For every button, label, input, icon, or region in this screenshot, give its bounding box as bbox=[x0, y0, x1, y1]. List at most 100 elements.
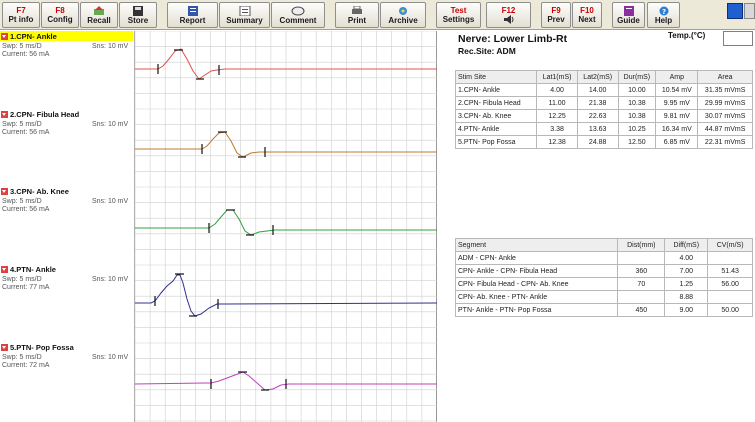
table-cell: 9.00 bbox=[664, 303, 709, 317]
dropdown-arrow-icon[interactable] bbox=[1, 343, 8, 351]
store-button[interactable]: Store bbox=[119, 2, 157, 28]
print-button[interactable]: Print bbox=[335, 2, 379, 28]
comment-button[interactable]: Comment bbox=[271, 2, 325, 28]
column-header: Diff(mS) bbox=[664, 238, 709, 252]
trace-sens-3: Sns: 10 mV bbox=[92, 198, 129, 205]
table-cell: 24.88 bbox=[576, 135, 619, 149]
table-cell: 16.34 mV bbox=[655, 122, 699, 136]
toolbar: F7 Pt info F8 Config Recall Store Report… bbox=[0, 0, 755, 30]
segment-table-header: Segment Dist(mm) Diff(mS) CV(m/S) bbox=[454, 238, 753, 252]
table-cell: 12.38 bbox=[536, 135, 578, 149]
waveform-grid[interactable] bbox=[134, 30, 438, 422]
column-header: Amp bbox=[655, 70, 699, 84]
recall-icon bbox=[94, 5, 104, 15]
table-row[interactable]: 1.CPN- Ankle 4.00 14.00 10.00 10.54 mV 31.35 … bbox=[454, 83, 753, 97]
column-header: Lat2(mS) bbox=[576, 70, 619, 84]
table-cell: 450 bbox=[617, 303, 666, 317]
grid-lines bbox=[134, 30, 438, 422]
table-cell: CPN- Ankle - CPN- Fibula Head bbox=[454, 264, 619, 278]
table-row[interactable]: 3.CPN- Ab. Knee 12.25 22.63 10.38 9.81 mV 30.… bbox=[454, 109, 753, 123]
table-cell: 2.CPN- Fibula Head bbox=[454, 96, 538, 110]
column-header: Dist(mm) bbox=[617, 238, 666, 252]
trace-sweep-3: Swp: 5 ms/D bbox=[2, 198, 42, 205]
minimize-button[interactable] bbox=[727, 3, 743, 19]
rec-site: Rec.Site: ADM bbox=[458, 46, 516, 56]
dropdown-arrow-icon[interactable] bbox=[1, 265, 8, 273]
trace-label-5[interactable]: 5.PTN- Pop Fossa Swp: 5 ms/D Sns: 10 mV … bbox=[0, 342, 135, 376]
table-cell: 11.00 bbox=[536, 96, 578, 110]
config-label: Config bbox=[47, 15, 73, 24]
table-cell: 12.50 bbox=[617, 135, 657, 149]
next-key: F10 bbox=[580, 6, 594, 15]
segment-table: Segment Dist(mm) Diff(mS) CV(m/S) ADM - … bbox=[454, 238, 753, 317]
table-cell: 14.00 bbox=[576, 83, 619, 97]
table-cell bbox=[617, 251, 666, 265]
stim-table-header: Stim Site Lat1(mS) Lat2(mS) Dur(mS) Amp … bbox=[454, 70, 753, 84]
recall-button[interactable]: Recall bbox=[80, 2, 118, 28]
summary-button[interactable]: Summary bbox=[219, 2, 270, 28]
trace-label-1[interactable]: 1.CPN- Ankle Swp: 5 ms/D Sns: 10 mV Curr… bbox=[0, 31, 135, 65]
table-row[interactable]: CPN- Ab. Knee - PTN- Ankle 8.88 bbox=[454, 290, 753, 304]
table-row[interactable]: 4.PTN- Ankle 3.38 13.63 10.25 16.34 mV 44.87 … bbox=[454, 122, 753, 136]
table-cell: 1.25 bbox=[664, 277, 709, 291]
stim-site-table: Stim Site Lat1(mS) Lat2(mS) Dur(mS) Amp … bbox=[454, 70, 753, 149]
table-row[interactable]: ADM - CPN- Ankle 4.00 bbox=[454, 251, 753, 265]
waveform-canvas[interactable] bbox=[134, 30, 438, 422]
column-header: Area bbox=[697, 70, 753, 84]
floppy-disk-icon bbox=[133, 5, 143, 16]
table-cell: 4.00 bbox=[536, 83, 578, 97]
trace-current-3: Current: 56 mA bbox=[2, 206, 50, 213]
prev-button[interactable]: F9 Prev bbox=[541, 2, 571, 28]
comment-icon bbox=[291, 6, 305, 15]
table-row[interactable]: 2.CPN- Fibula Head 11.00 21.38 10.38 9.95 mV… bbox=[454, 96, 753, 110]
table-row[interactable]: 5.PTN- Pop Fossa 12.38 24.88 12.50 6.85 mV 22… bbox=[454, 135, 753, 149]
guide-button[interactable]: Guide bbox=[612, 2, 645, 28]
emg-app-window: F7 Pt info F8 Config Recall Store Report… bbox=[0, 0, 755, 422]
printer-icon bbox=[352, 5, 362, 14]
comment-label: Comment bbox=[279, 15, 317, 25]
trace-sweep-1: Swp: 5 ms/D bbox=[2, 43, 42, 50]
sound-button[interactable]: F12 bbox=[486, 2, 531, 28]
table-cell: 21.38 bbox=[576, 96, 619, 110]
archive-button[interactable]: Archive bbox=[380, 2, 426, 28]
table-cell: 50.00 bbox=[707, 303, 753, 317]
test-settings-button[interactable]: Test Settings bbox=[436, 2, 481, 28]
table-cell: 22.63 bbox=[576, 109, 619, 123]
prev-label: Prev bbox=[547, 15, 565, 24]
report-button[interactable]: Report bbox=[167, 2, 218, 28]
config-button[interactable]: F8 Config bbox=[41, 2, 79, 28]
dropdown-arrow-icon[interactable] bbox=[1, 187, 8, 195]
trace-name-4: 4.PTN- Ankle bbox=[0, 264, 56, 274]
table-cell: 31.35 mVmS bbox=[697, 83, 753, 97]
speaker-icon bbox=[503, 15, 513, 24]
dropdown-arrow-icon[interactable] bbox=[1, 32, 8, 40]
trace-current-2: Current: 56 mA bbox=[2, 129, 50, 136]
trace-sens-5: Sns: 10 mV bbox=[92, 354, 129, 361]
table-cell: 3.38 bbox=[536, 122, 578, 136]
pt-info-button[interactable]: F7 Pt info bbox=[2, 2, 40, 28]
trace-label-4[interactable]: 4.PTN- Ankle Swp: 5 ms/D Sns: 10 mV Curr… bbox=[0, 264, 135, 298]
table-cell bbox=[617, 290, 666, 304]
trace-label-3[interactable]: 3.CPN- Ab. Knee Swp: 5 ms/D Sns: 10 mV C… bbox=[0, 186, 135, 220]
table-row[interactable]: CPN- Fibula Head - CPN- Ab. Knee 70 1.25 56… bbox=[454, 277, 753, 291]
table-row[interactable]: CPN- Ankle - CPN- Fibula Head 360 7.00 51.4… bbox=[454, 264, 753, 278]
summary-icon bbox=[239, 5, 250, 16]
trace-name-2: 2.CPN- Fibula Head bbox=[0, 109, 79, 119]
trace-current-4: Current: 77 mA bbox=[2, 284, 50, 291]
table-row[interactable]: PTN- Ankle - PTN- Pop Fossa 450 9.00 50.00 bbox=[454, 303, 753, 317]
close-button[interactable] bbox=[744, 3, 755, 19]
trace-label-2[interactable]: 2.CPN- Fibula Head Swp: 5 ms/D Sns: 10 m… bbox=[0, 109, 135, 143]
book-icon bbox=[623, 5, 634, 16]
table-cell: 6.85 mV bbox=[655, 135, 699, 149]
dropdown-arrow-icon[interactable] bbox=[1, 110, 8, 118]
trace-name-1: 1.CPN- Ankle bbox=[0, 31, 133, 41]
config-key: F8 bbox=[55, 6, 65, 15]
table-cell: ADM - CPN- Ankle bbox=[454, 251, 619, 265]
test-settings-label: Settings bbox=[442, 15, 475, 24]
help-icon: ? bbox=[659, 6, 668, 16]
help-button[interactable]: ? Help bbox=[647, 2, 680, 28]
recall-label: Recall bbox=[87, 15, 111, 25]
column-header: Segment bbox=[454, 238, 619, 252]
next-button[interactable]: F10 Next bbox=[572, 2, 602, 28]
temp-input[interactable] bbox=[723, 31, 753, 46]
